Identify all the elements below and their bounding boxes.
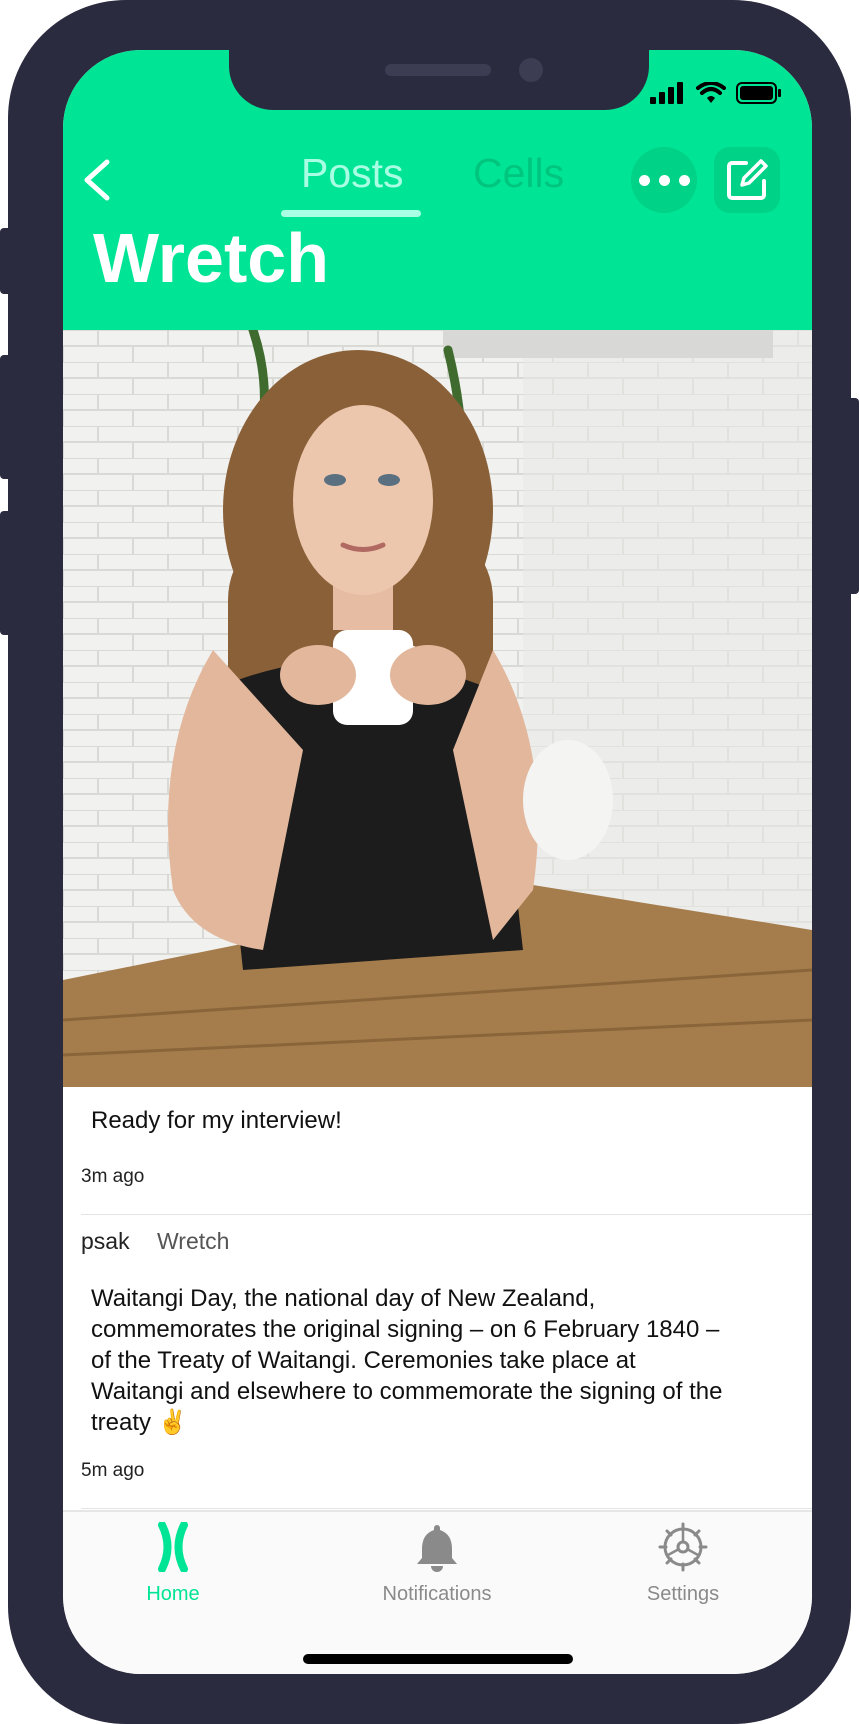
front-camera <box>519 58 543 82</box>
tab-settings-label: Settings <box>646 1583 720 1605</box>
gear-icon <box>658 1522 708 1572</box>
wifi-icon <box>696 82 726 103</box>
post-timestamp: 3m ago <box>81 1166 145 1187</box>
post-photo-image <box>63 330 812 1087</box>
ellipsis-icon-dot <box>678 174 690 186</box>
more-options-button[interactable] <box>631 147 697 213</box>
compose-button[interactable] <box>714 147 780 213</box>
post-timestamp: 5m ago <box>81 1460 145 1481</box>
post-divider <box>81 1214 812 1215</box>
tab-notifications[interactable]: Notifications <box>337 1522 537 1606</box>
ellipsis-icon-dot <box>658 174 670 186</box>
home-indicator[interactable] <box>303 1654 573 1664</box>
tab-home-label: Home <box>146 1583 200 1605</box>
post-text: Waitangi Day, the national day of New Ze… <box>91 1285 723 1436</box>
post-divider <box>81 1508 812 1509</box>
active-tab-indicator <box>281 210 421 217</box>
compose-icon <box>727 159 768 200</box>
notch <box>229 50 649 110</box>
battery-icon <box>736 82 781 104</box>
page-title: Wretch <box>93 219 329 297</box>
phone-frame: Posts Cells Wretch Ready for my intervie… <box>8 0 851 1724</box>
tab-home[interactable]: Home <box>73 1521 273 1606</box>
speaker <box>385 64 491 76</box>
post-photo[interactable] <box>63 330 812 1087</box>
status-bar <box>650 82 782 104</box>
tab-posts[interactable]: Posts <box>301 150 404 197</box>
tab-settings[interactable]: Settings <box>583 1522 783 1606</box>
post-author[interactable]: psak <box>81 1228 130 1255</box>
tab-notifications-label: Notifications <box>382 1583 492 1605</box>
chromosome-icon <box>158 1521 188 1573</box>
signal-icon <box>650 82 683 104</box>
bottom-tab-bar: Home Notifications Settings <box>63 1510 812 1674</box>
chevron-left-icon <box>84 159 110 201</box>
ellipsis-icon-dot <box>638 174 650 186</box>
post-text: Ready for my interview! <box>91 1107 342 1134</box>
back-button[interactable] <box>77 154 117 206</box>
tab-cells[interactable]: Cells <box>473 150 564 197</box>
screen: Posts Cells Wretch Ready for my intervie… <box>63 50 812 1674</box>
post-cell-name[interactable]: Wretch <box>157 1228 229 1255</box>
bell-icon <box>417 1525 457 1572</box>
